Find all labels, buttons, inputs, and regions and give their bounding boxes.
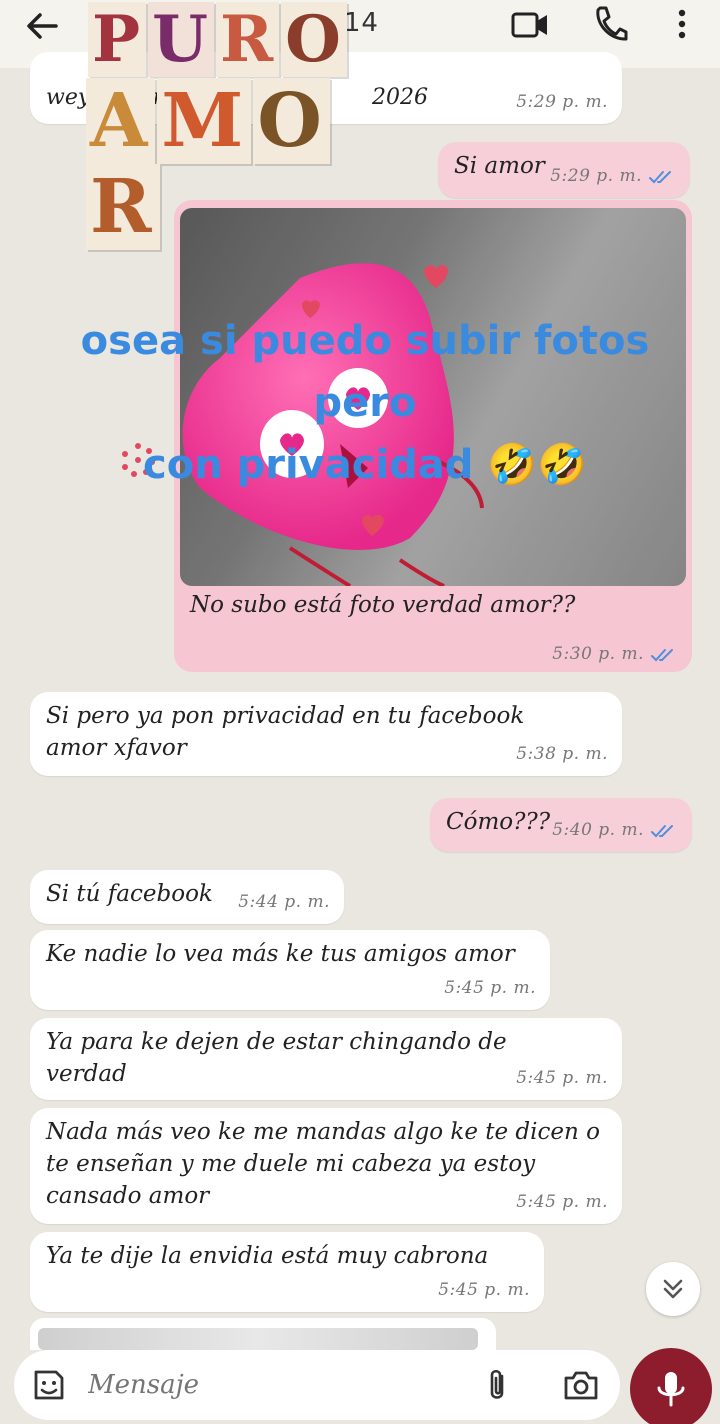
- message-bubble-incoming[interactable]: Si tú facebook 5:44 p. m.: [30, 870, 344, 924]
- message-text: Si tú facebook: [46, 881, 213, 907]
- sticker-letter: R: [86, 164, 160, 250]
- scroll-to-bottom-button[interactable]: [646, 1262, 700, 1316]
- message-time: 5:29 p. m.: [550, 166, 642, 186]
- message-time: 5:30 p. m.: [552, 644, 644, 664]
- message-text: Ke nadie lo vea más ke tus amigos amor: [46, 941, 515, 967]
- message-text: Si amor: [454, 153, 545, 179]
- redacted-content: [38, 1328, 478, 1350]
- message-bubble-incoming[interactable]: wey or 2 ab 2026 5:29 p. m.: [30, 52, 622, 124]
- message-composer: [14, 1350, 620, 1420]
- message-bubble-incoming[interactable]: Nada más veo ke me mandas algo ke te dic…: [30, 1108, 622, 1224]
- message-time: 5:45 p. m.: [516, 1068, 608, 1088]
- message-input[interactable]: [88, 1370, 458, 1400]
- image-message-card[interactable]: No subo está foto verdad amor?? 5:30 p. …: [174, 200, 692, 672]
- message-time: 5:38 p. m.: [516, 744, 608, 764]
- message-time: 5:45 p. m.: [516, 1192, 608, 1212]
- message-text: Ya te dije la envidia está muy cabrona: [46, 1243, 489, 1269]
- sparkle-icon: [122, 443, 155, 477]
- message-meta: 5:40 p. m.: [552, 814, 678, 846]
- message-time: 5:40 p. m.: [552, 820, 644, 840]
- image-caption: No subo está foto verdad amor??: [190, 592, 576, 618]
- message-time: 5:45 p. m.: [444, 978, 536, 998]
- back-arrow-icon[interactable]: [22, 6, 62, 46]
- message-meta: 5:29 p. m.: [550, 160, 676, 192]
- message-bubble-outgoing[interactable]: Si amor 5:29 p. m.: [438, 142, 690, 198]
- voice-message-button[interactable]: [630, 1348, 712, 1424]
- message-bubble-incoming[interactable]: Ke nadie lo vea más ke tus amigos amor 5…: [30, 930, 550, 1010]
- heart-character-sticker: [180, 208, 686, 586]
- message-text: Ya para ke dejen de estar chingando de v…: [46, 1029, 507, 1087]
- sticker-emoji-icon[interactable]: [30, 1366, 68, 1404]
- read-ticks-icon: [651, 824, 673, 837]
- camera-icon[interactable]: [562, 1368, 600, 1402]
- contact-phone-number[interactable]: 3 1114: [282, 8, 379, 38]
- read-ticks-icon: [651, 648, 673, 661]
- message-bubble-incoming[interactable]: Ya para ke dejen de estar chingando de v…: [30, 1018, 622, 1100]
- message-time: 5:44 p. m.: [238, 892, 330, 912]
- message-text: wey or 2 ab 2026: [46, 85, 429, 110]
- more-options-icon[interactable]: [672, 6, 692, 42]
- message-text: Si pero ya pon privacidad en tu facebook…: [46, 703, 525, 761]
- video-call-icon[interactable]: [510, 6, 550, 42]
- voice-call-icon[interactable]: [592, 4, 628, 44]
- message-meta: 5:30 p. m.: [552, 644, 678, 664]
- blurred-photo[interactable]: [180, 208, 686, 586]
- microphone-icon: [657, 1372, 685, 1407]
- message-time: 5:29 p. m.: [516, 92, 608, 112]
- message-bubble-incoming[interactable]: [30, 1318, 496, 1350]
- message-time: 5:45 p. m.: [438, 1280, 530, 1300]
- message-bubble-incoming[interactable]: Si pero ya pon privacidad en tu facebook…: [30, 692, 622, 776]
- message-bubble-outgoing[interactable]: Cómo??? 5:40 p. m.: [430, 798, 692, 852]
- message-bubble-incoming[interactable]: Ya te dije la envidia está muy cabrona 5…: [30, 1232, 544, 1312]
- read-ticks-icon: [649, 170, 671, 183]
- attach-clip-icon[interactable]: [482, 1366, 512, 1404]
- message-text: Cómo???: [446, 809, 551, 835]
- double-chevron-down-icon: [663, 1279, 683, 1299]
